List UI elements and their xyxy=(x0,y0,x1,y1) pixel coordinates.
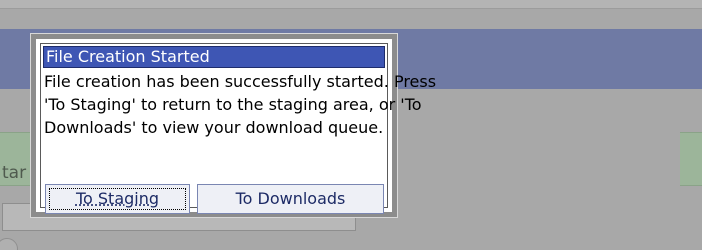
background-status-text: tar xyxy=(2,163,27,183)
dialog-frame: File Creation Started File creation has … xyxy=(40,43,436,214)
dialog-message-line: 'To Staging' to return to the staging ar… xyxy=(44,95,422,114)
dialog-title: File Creation Started xyxy=(43,46,385,68)
background-status-panel-right xyxy=(680,132,702,186)
dialog-message: File creation has been successfully star… xyxy=(44,70,437,139)
dialog-message-line: Downloads' to view your download queue. xyxy=(44,118,384,137)
to-staging-button[interactable]: To Staging xyxy=(45,184,190,214)
focus-ring xyxy=(49,188,186,210)
background-top-bar xyxy=(0,0,702,9)
dialog-message-line: File creation has been successfully star… xyxy=(44,72,437,91)
to-downloads-button[interactable]: To Downloads xyxy=(197,184,384,214)
file-creation-dialog: File Creation Started File creation has … xyxy=(30,33,436,218)
background-status-panel: tar xyxy=(0,132,34,186)
background-radio xyxy=(0,238,18,250)
